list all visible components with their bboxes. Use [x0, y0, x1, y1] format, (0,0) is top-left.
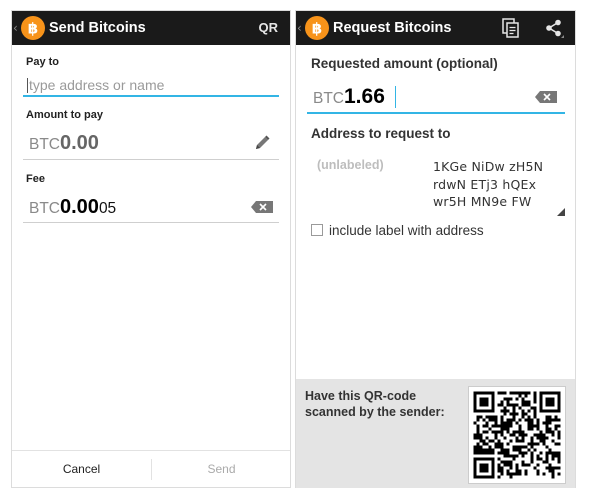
svg-text:฿: ฿ [312, 20, 322, 38]
pencil-icon[interactable] [253, 134, 271, 152]
send-button[interactable]: Send [152, 451, 290, 487]
address-line: 1KGe NiDw zH5N [433, 159, 544, 174]
include-label-text[interactable]: include label with address [329, 223, 484, 238]
address-selector[interactable]: (unlabeled) 1KGe NiDw zH5N rdwN ETj3 hQE… [307, 154, 565, 216]
address-to-request-label: Address to request to [311, 126, 451, 141]
payment-qr-code[interactable] [468, 386, 566, 484]
cancel-button[interactable]: Cancel [12, 451, 151, 487]
pay-to-placeholder: type address or name [29, 77, 165, 93]
send-bitcoins-screen: ‹ ฿ Send Bitcoins QR Pay to type address… [11, 10, 291, 488]
fee-currency: BTC [29, 200, 60, 217]
action-bar: ‹ ฿ Send Bitcoins QR [12, 11, 290, 45]
backspace-icon[interactable] [535, 91, 557, 103]
action-bar: ‹ ฿ Request Bitcoins [296, 11, 575, 45]
qr-code-panel: Have this QR-code scanned by the sender: [296, 379, 575, 488]
text-cursor [395, 86, 396, 108]
bitcoin-logo-icon[interactable]: ฿ [305, 16, 329, 40]
amount-display: BTC0.00 [29, 132, 99, 155]
amount-value: 0.00 [60, 132, 99, 154]
requested-amount-input[interactable]: BTC1.66 [307, 82, 565, 114]
fee-display: BTC0.0005 [29, 196, 116, 219]
screen-title: Send Bitcoins [49, 20, 146, 36]
request-bitcoins-screen: ‹ ฿ Request Bitcoins Requested amount (o… [295, 10, 576, 488]
pay-to-label: Pay to [26, 56, 60, 68]
input-focus-underline [23, 95, 279, 97]
requested-amount-display: BTC1.66 [313, 85, 385, 109]
scan-qr-button[interactable]: QR [259, 11, 279, 45]
fee-input[interactable]: BTC0.0005 [23, 192, 279, 223]
address-line: rdwN ETj3 hQEx [433, 176, 537, 192]
copy-document-icon[interactable] [502, 18, 520, 38]
screen-title: Request Bitcoins [333, 20, 452, 36]
requested-amount-label: Requested amount (optional) [311, 56, 498, 71]
include-label-checkbox[interactable] [311, 224, 323, 236]
share-icon[interactable] [544, 18, 564, 38]
bitcoin-address: 1KGe NiDw zH5N rdwN ETj3 hQEx wr5H MN9e … [433, 158, 543, 211]
qr-code-image [473, 391, 561, 479]
amount-currency: BTC [29, 136, 60, 153]
fee-underline [23, 222, 279, 223]
backspace-icon[interactable] [251, 201, 273, 213]
up-navigation-caret-icon[interactable]: ‹ [13, 20, 20, 36]
amount-underline [23, 159, 279, 160]
pay-to-input[interactable]: type address or name [23, 75, 279, 97]
up-navigation-caret-icon[interactable]: ‹ [297, 20, 304, 36]
bottom-button-bar: Cancel Send [12, 450, 290, 487]
fee-value-main: 0.00 [60, 196, 99, 218]
bitcoin-logo-icon[interactable]: ฿ [21, 16, 45, 40]
spinner-corner-indicator-icon [557, 208, 565, 216]
requested-amount-currency: BTC [313, 90, 344, 107]
address-unlabeled-tag: (unlabeled) [317, 158, 384, 172]
amount-to-pay-label: Amount to pay [26, 109, 103, 121]
amount-input[interactable]: BTC0.00 [23, 128, 279, 160]
svg-text:฿: ฿ [28, 20, 38, 38]
text-cursor [27, 78, 28, 93]
fee-label: Fee [26, 173, 45, 185]
address-line: wr5H MN9e FW [433, 194, 532, 209]
fee-value-small-digits: 05 [98, 200, 117, 217]
input-focus-underline [307, 112, 565, 114]
qr-instruction-text: Have this QR-code scanned by the sender: [305, 389, 445, 419]
requested-amount-value: 1.66 [344, 85, 385, 108]
